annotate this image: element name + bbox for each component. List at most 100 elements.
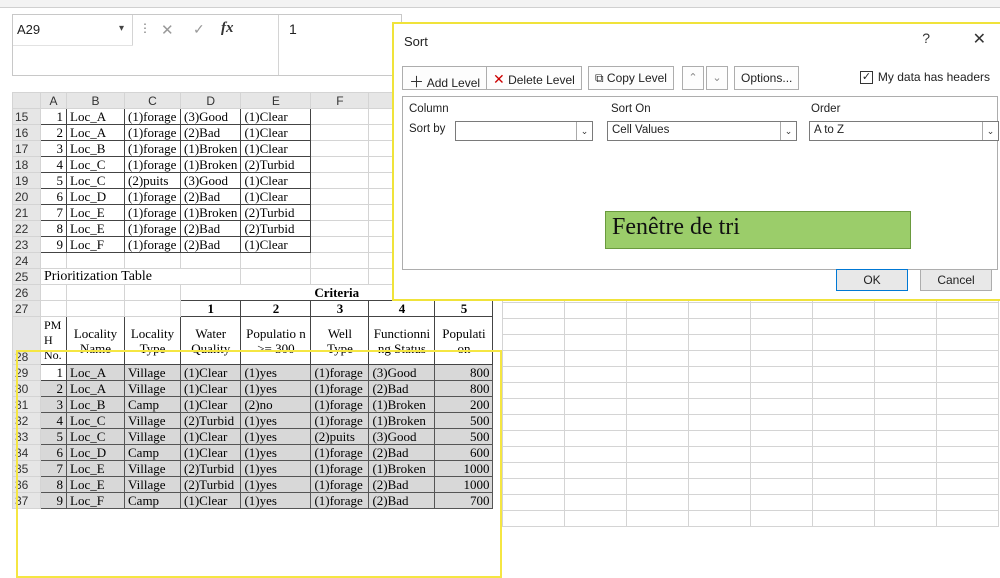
cell[interactable]: Village [124, 364, 181, 381]
insert-function-icon[interactable]: fx [221, 20, 234, 37]
cell[interactable] [626, 462, 689, 479]
column-title[interactable]: PM H No. [40, 316, 67, 365]
cell[interactable] [812, 318, 875, 335]
row-header[interactable]: 23 [12, 236, 41, 253]
cell[interactable] [564, 478, 627, 495]
cell[interactable] [502, 510, 565, 527]
row-header[interactable]: 25 [12, 268, 41, 285]
cell[interactable] [874, 398, 937, 415]
cell[interactable]: (3)Good [368, 364, 436, 381]
cell[interactable] [936, 318, 999, 335]
row-header[interactable]: 22 [12, 220, 41, 237]
cell[interactable] [874, 366, 937, 383]
cell[interactable]: Loc_F [66, 236, 125, 253]
cell[interactable] [502, 494, 565, 511]
cell[interactable]: (1)forage [310, 396, 370, 413]
cell[interactable] [688, 366, 751, 383]
cell[interactable] [874, 478, 937, 495]
cell[interactable] [564, 318, 627, 335]
cell[interactable] [564, 414, 627, 431]
cell[interactable] [812, 430, 875, 447]
cell[interactable] [502, 318, 565, 335]
cell[interactable] [502, 366, 565, 383]
cell[interactable]: (2)Bad [179, 188, 242, 205]
cell[interactable]: Loc_C [66, 428, 125, 445]
cell[interactable] [688, 478, 751, 495]
cell[interactable]: (2)Turbid [240, 204, 312, 221]
cell[interactable] [936, 334, 999, 351]
cell[interactable]: (2)Bad [368, 476, 436, 493]
cell[interactable]: (1)Broken [368, 396, 436, 413]
cell[interactable]: (2)Bad [368, 492, 436, 509]
cell[interactable]: (2)puits [124, 172, 181, 189]
delete-level-button[interactable]: ✕ Delete Level [486, 66, 582, 90]
row-header[interactable]: 33 [12, 428, 41, 445]
cell[interactable]: (2)puits [310, 428, 370, 445]
cell[interactable]: (1)Clear [179, 492, 242, 509]
cell[interactable] [874, 350, 937, 367]
cell[interactable] [179, 252, 242, 269]
cell[interactable] [502, 398, 565, 415]
cell[interactable] [310, 140, 370, 157]
more-icon[interactable]: ⋮ [139, 21, 151, 35]
cell[interactable]: Village [124, 412, 181, 429]
cell[interactable]: (1)Broken [179, 140, 242, 157]
cell[interactable] [310, 268, 370, 285]
chevron-down-icon[interactable]: ▾ [119, 23, 124, 34]
cell[interactable] [688, 318, 751, 335]
cell[interactable]: (1)Clear [179, 444, 242, 461]
cell[interactable] [564, 398, 627, 415]
column-header-f[interactable]: F [310, 92, 370, 109]
cell[interactable]: (3)Good [179, 172, 242, 189]
column-title[interactable]: Well Type [310, 316, 370, 365]
cell[interactable]: 6 [40, 188, 67, 205]
cell[interactable]: Loc_C [66, 172, 125, 189]
cell[interactable] [874, 462, 937, 479]
cell[interactable] [750, 334, 813, 351]
cell[interactable]: 1000 [434, 476, 494, 493]
cell[interactable]: 9 [40, 236, 67, 253]
cell[interactable] [688, 382, 751, 399]
cell[interactable]: (1)forage [310, 444, 370, 461]
checkmark-icon[interactable]: ✓ [859, 70, 873, 84]
cell[interactable] [936, 414, 999, 431]
cell[interactable] [626, 398, 689, 415]
row-header[interactable]: 36 [12, 476, 41, 493]
cell[interactable] [124, 300, 181, 317]
cell[interactable] [310, 220, 370, 237]
cell[interactable]: 800 [434, 364, 494, 381]
column-title[interactable]: Locality Type [124, 316, 181, 365]
cell[interactable] [240, 252, 312, 269]
cell[interactable] [626, 382, 689, 399]
cell[interactable]: (1)Clear [240, 172, 312, 189]
enter-icon[interactable]: ✓ [193, 21, 205, 38]
column-title[interactable]: Populatio n >= 300 [240, 316, 312, 365]
cell[interactable]: 8 [40, 476, 67, 493]
cell[interactable]: (3)Good [179, 108, 242, 125]
cell[interactable]: (1)yes [240, 380, 312, 397]
criteria-number[interactable]: 5 [434, 300, 494, 317]
cell[interactable]: (2)Turbid [179, 460, 242, 477]
cell[interactable] [874, 382, 937, 399]
cell[interactable]: 2 [40, 124, 67, 141]
move-up-button[interactable]: ⌃ [682, 66, 704, 90]
cell[interactable] [66, 284, 125, 301]
cell[interactable]: 4 [40, 156, 67, 173]
cell[interactable] [750, 446, 813, 463]
cell[interactable]: (2)Turbid [179, 412, 242, 429]
cell[interactable] [874, 494, 937, 511]
cell[interactable] [40, 252, 67, 269]
cell[interactable] [812, 302, 875, 319]
column-title[interactable]: Water Quality [179, 316, 242, 365]
cell[interactable] [626, 334, 689, 351]
cell[interactable] [750, 318, 813, 335]
row-header[interactable]: 31 [12, 396, 41, 413]
row-header[interactable]: 34 [12, 444, 41, 461]
cell[interactable] [812, 414, 875, 431]
cell[interactable] [564, 334, 627, 351]
cell[interactable]: 500 [434, 428, 494, 445]
cell[interactable] [936, 350, 999, 367]
name-box[interactable]: A29 ▾ [13, 15, 133, 45]
my-data-has-headers-checkbox[interactable]: ✓ My data has headers [859, 70, 990, 84]
cell[interactable]: (1)yes [240, 492, 312, 509]
